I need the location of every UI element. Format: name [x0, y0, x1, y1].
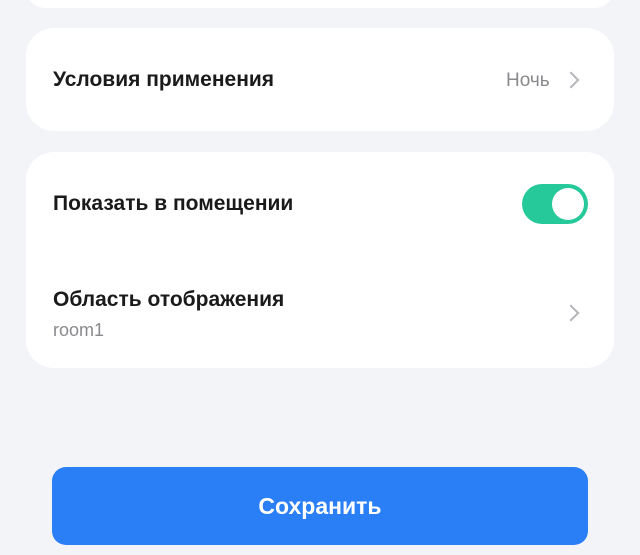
settings-card-top: [26, 0, 614, 8]
display-area-label: Область отображения: [53, 288, 285, 311]
toggle-knob: [552, 188, 584, 220]
chevron-right-icon: [562, 304, 580, 322]
conditions-value: Ночь: [506, 70, 550, 91]
show-in-room-toggle[interactable]: [522, 184, 588, 224]
show-in-room-label: Показать в помещении: [53, 192, 294, 215]
conditions-row[interactable]: Условия применения Ночь: [26, 28, 614, 131]
chevron-right-icon: [562, 71, 580, 89]
display-settings-card: Показать в помещении Область отображения…: [26, 152, 614, 368]
save-button[interactable]: Сохранить: [52, 467, 588, 545]
conditions-label: Условия применения: [53, 68, 275, 91]
display-area-value: room1: [53, 320, 105, 340]
